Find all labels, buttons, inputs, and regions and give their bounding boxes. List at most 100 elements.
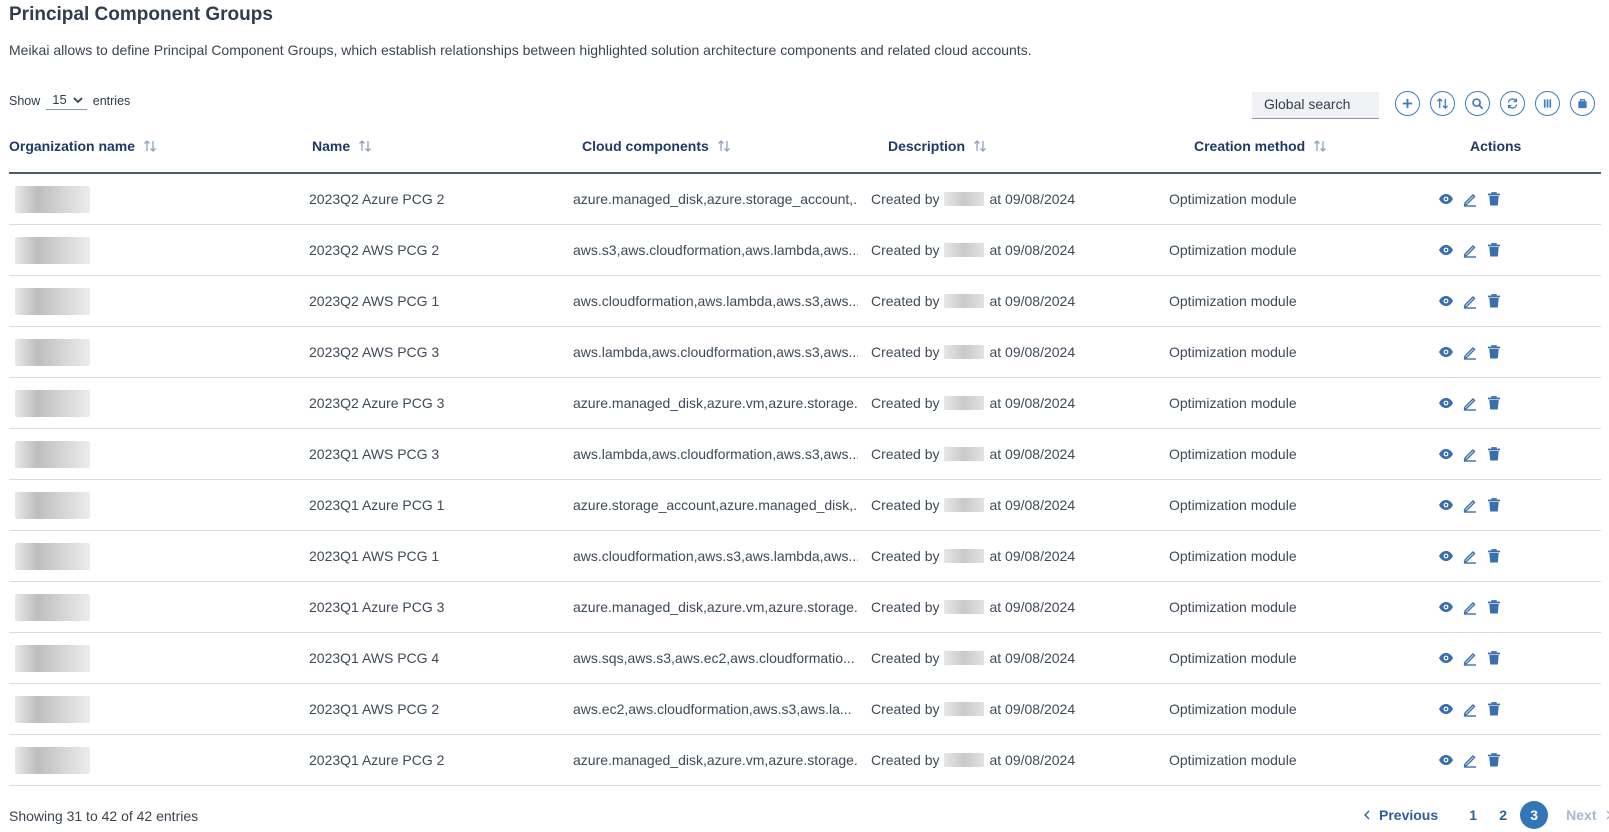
name-cell: 2023Q2 Azure PCG 3 (309, 395, 445, 411)
view-icon[interactable] (1438, 497, 1454, 513)
column-label: Organization name (9, 138, 136, 154)
view-icon[interactable] (1438, 650, 1454, 666)
edit-icon[interactable] (1462, 599, 1478, 615)
description-cell: Created by at 09/08/2024 (871, 735, 1075, 785)
actions-cell (1438, 276, 1502, 326)
delete-icon[interactable] (1486, 752, 1502, 768)
redacted-organization (15, 746, 90, 774)
edit-icon[interactable] (1462, 344, 1478, 360)
next-page-button[interactable]: Next (1566, 807, 1609, 823)
edit-icon[interactable] (1462, 548, 1478, 564)
column-label: Cloud components (582, 138, 709, 154)
sort-icon (1314, 140, 1327, 152)
actions-cell (1438, 582, 1502, 632)
page-description: Meikai allows to define Principal Compon… (9, 42, 1032, 58)
delete-icon[interactable] (1486, 599, 1502, 615)
description-suffix: at 09/08/2024 (989, 548, 1076, 564)
delete-icon[interactable] (1486, 650, 1502, 666)
entries-select[interactable]: 15 (46, 92, 87, 110)
delete-icon[interactable] (1486, 395, 1502, 411)
export-button[interactable] (1570, 91, 1595, 116)
column-cloud-components[interactable]: Cloud components (582, 138, 731, 154)
delete-icon[interactable] (1486, 446, 1502, 462)
view-icon[interactable] (1438, 293, 1454, 309)
description-prefix: Created by (871, 752, 940, 768)
sort-icon (974, 140, 986, 152)
add-button[interactable] (1395, 91, 1420, 116)
edit-icon[interactable] (1462, 701, 1478, 717)
actions-cell (1438, 378, 1502, 428)
description-prefix: Created by (871, 446, 940, 462)
refresh-button[interactable] (1500, 91, 1525, 116)
search-button[interactable] (1465, 91, 1490, 116)
delete-icon[interactable] (1486, 701, 1502, 717)
view-icon[interactable] (1438, 701, 1454, 717)
description-cell: Created by at 09/08/2024 (871, 225, 1075, 275)
view-icon[interactable] (1438, 191, 1454, 207)
view-icon[interactable] (1438, 242, 1454, 258)
table-toolbar (1395, 91, 1595, 116)
delete-icon[interactable] (1486, 497, 1502, 513)
entries-label: entries (92, 94, 131, 108)
column-description[interactable]: Description (888, 138, 987, 154)
delete-icon[interactable] (1486, 548, 1502, 564)
previous-page-button[interactable]: Previous (1363, 807, 1438, 823)
delete-icon[interactable] (1486, 242, 1502, 258)
page-2-button[interactable]: 2 (1488, 807, 1518, 823)
global-search-input[interactable]: Global search (1252, 92, 1379, 119)
edit-icon[interactable] (1462, 497, 1478, 513)
delete-icon[interactable] (1486, 191, 1502, 207)
organization-cell (15, 378, 90, 428)
edit-icon[interactable] (1462, 752, 1478, 768)
column-organization-name[interactable]: Organization name (9, 138, 157, 154)
edit-icon[interactable] (1462, 293, 1478, 309)
description-cell: Created by at 09/08/2024 (871, 684, 1075, 734)
row-actions (1438, 752, 1502, 768)
column-actions: Actions (1470, 138, 1521, 154)
cloud-components-cell: azure.managed_disk,azure.vm,azure.storag… (573, 752, 858, 768)
name-cell: 2023Q1 Azure PCG 1 (309, 497, 445, 513)
table-row: 2023Q1 Azure PCG 2 azure.managed_disk,azu… (9, 735, 1601, 786)
sort-button[interactable] (1430, 91, 1455, 116)
sort-icon (144, 140, 156, 152)
redacted-user (944, 702, 985, 716)
redacted-organization (15, 542, 90, 570)
page-1-button[interactable]: 1 (1458, 807, 1488, 823)
column-creation-method[interactable]: Creation method (1194, 138, 1327, 154)
table-row: 2023Q2 AWS PCG 2 aws.s3,aws.cloudformatio… (9, 225, 1601, 276)
view-icon[interactable] (1438, 344, 1454, 360)
edit-icon[interactable] (1462, 395, 1478, 411)
columns-button[interactable] (1535, 91, 1560, 116)
redacted-user (944, 447, 985, 461)
description-cell: Created by at 09/08/2024 (871, 327, 1075, 377)
name-cell: 2023Q1 AWS PCG 3 (309, 446, 440, 462)
page-title: Principal Component Groups (9, 4, 273, 25)
delete-icon[interactable] (1486, 293, 1502, 309)
view-icon[interactable] (1438, 446, 1454, 462)
view-icon[interactable] (1438, 395, 1454, 411)
search-icon (1472, 98, 1484, 110)
sort-icon (1436, 97, 1449, 110)
edit-icon[interactable] (1462, 191, 1478, 207)
edit-icon[interactable] (1462, 650, 1478, 666)
actions-cell (1438, 327, 1502, 377)
edit-icon[interactable] (1462, 446, 1478, 462)
column-name[interactable]: Name (312, 138, 372, 154)
page-3-button-current[interactable]: 3 (1520, 801, 1549, 829)
previous-label: Previous (1379, 807, 1439, 823)
refresh-icon (1507, 98, 1518, 109)
chevron-left-icon (1364, 810, 1370, 820)
delete-icon[interactable] (1486, 344, 1502, 360)
row-actions (1438, 497, 1502, 513)
description-cell: Created by at 09/08/2024 (871, 633, 1075, 683)
description-prefix: Created by (871, 242, 940, 258)
redacted-organization (15, 287, 90, 315)
edit-icon[interactable] (1462, 242, 1478, 258)
view-icon[interactable] (1438, 548, 1454, 564)
redacted-organization (15, 593, 90, 621)
description-prefix: Created by (871, 548, 940, 564)
view-icon[interactable] (1438, 752, 1454, 768)
redacted-user (944, 396, 985, 410)
view-icon[interactable] (1438, 599, 1454, 615)
redacted-organization (15, 185, 90, 213)
